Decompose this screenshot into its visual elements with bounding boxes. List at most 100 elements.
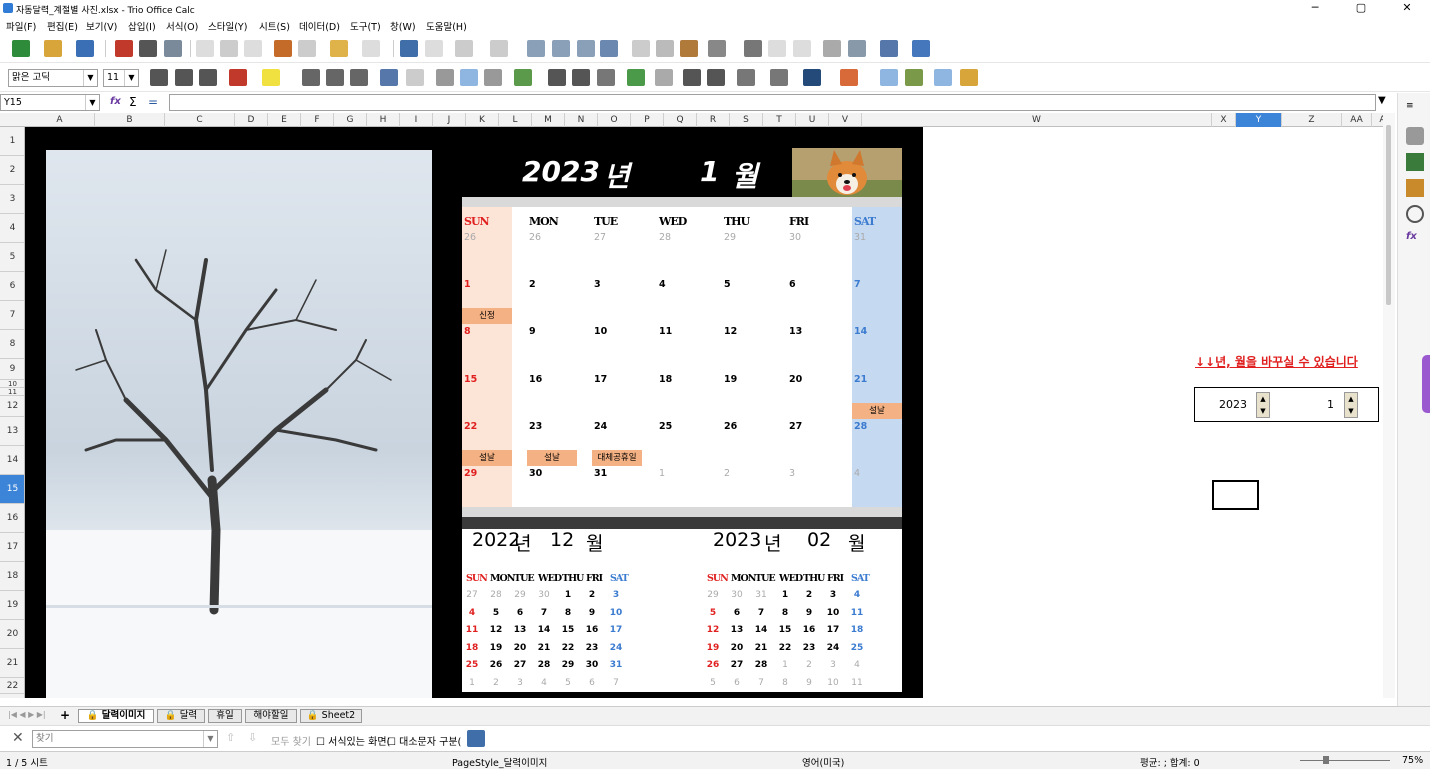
- hyperlink-icon[interactable]: [744, 40, 762, 57]
- styles-icon[interactable]: [1406, 153, 1424, 171]
- align-top-icon[interactable]: [436, 69, 454, 86]
- row-height-icon[interactable]: [934, 69, 952, 86]
- find-previous-icon[interactable]: ⇧: [226, 731, 235, 744]
- month-spinner[interactable]: ▲ ▼: [1344, 392, 1358, 418]
- align-left-icon[interactable]: [302, 69, 320, 86]
- expand-formula-icon[interactable]: ▼: [1378, 95, 1386, 106]
- define-print-area-icon[interactable]: [823, 40, 841, 57]
- column-header-E[interactable]: E: [268, 113, 301, 127]
- menu-insert[interactable]: 삽입(I): [128, 19, 156, 33]
- font-color-icon[interactable]: [229, 69, 247, 86]
- menu-styles[interactable]: 스타일(Y): [208, 19, 247, 33]
- formatted-display-checkbox[interactable]: ☐ 서식있는 화면(: [316, 733, 390, 748]
- column-header-K[interactable]: K: [466, 113, 499, 127]
- column-header-P[interactable]: P: [631, 113, 664, 127]
- formula-input[interactable]: [169, 94, 1376, 111]
- scroll-thumb[interactable]: [1386, 125, 1391, 305]
- row-header-1[interactable]: 1: [0, 127, 24, 156]
- row-header-16[interactable]: 16: [0, 504, 24, 533]
- column-header-Q[interactable]: Q: [664, 113, 697, 127]
- column-header-D[interactable]: D: [235, 113, 268, 127]
- column-header-M[interactable]: M: [532, 113, 565, 127]
- sum-icon[interactable]: Σ: [129, 95, 137, 109]
- row-header-12[interactable]: 12: [0, 396, 24, 417]
- italic-icon[interactable]: [175, 69, 193, 86]
- maximize-button[interactable]: ▢: [1338, 0, 1384, 17]
- close-findbar-icon[interactable]: ✕: [12, 730, 24, 746]
- column-header-AA[interactable]: AA: [1342, 113, 1372, 127]
- find-next-icon[interactable]: ⇩: [248, 731, 257, 744]
- paste-icon[interactable]: [244, 40, 262, 57]
- font-name-combo[interactable]: 맑은 고딕 ▼: [8, 69, 98, 87]
- header-footer-icon[interactable]: [793, 40, 811, 57]
- find-all-button[interactable]: 모두 찾기: [271, 733, 311, 748]
- column-header-Z[interactable]: Z: [1282, 113, 1342, 127]
- cut-icon[interactable]: [196, 40, 214, 57]
- find-replace-icon[interactable]: [400, 40, 418, 57]
- tab-sheet2[interactable]: 🔒 Sheet2: [300, 709, 362, 723]
- row-header-8[interactable]: 8: [0, 330, 24, 359]
- currency-format-icon[interactable]: [514, 69, 532, 86]
- find-replace-icon[interactable]: [467, 730, 485, 747]
- merge-cells-icon[interactable]: [406, 69, 424, 86]
- percent-format-icon[interactable]: [548, 69, 566, 86]
- row-header-14[interactable]: 14: [0, 446, 24, 475]
- match-case-checkbox[interactable]: ☐ 대소문자 구분(: [387, 733, 461, 748]
- zoom-level[interactable]: 75%: [1402, 755, 1423, 766]
- row-header-22[interactable]: 22: [0, 678, 24, 694]
- menu-window[interactable]: 창(W): [390, 19, 416, 33]
- spin-up-icon[interactable]: ▲: [1345, 393, 1357, 405]
- undo-icon[interactable]: [330, 40, 348, 57]
- tab-todo[interactable]: 해야할일: [245, 709, 297, 723]
- tab-calendar[interactable]: 🔒 달력: [157, 709, 205, 723]
- clear-format-icon[interactable]: [298, 40, 316, 57]
- active-cell-cursor[interactable]: [1212, 480, 1259, 510]
- year-spinner[interactable]: ▲ ▼: [1256, 392, 1270, 418]
- border-color-icon[interactable]: [803, 69, 821, 86]
- border-style-icon[interactable]: [770, 69, 788, 86]
- menu-edit[interactable]: 편집(E): [47, 19, 78, 33]
- sort-descending-icon[interactable]: [577, 40, 595, 57]
- row-header-4[interactable]: 4: [0, 214, 24, 243]
- borders-icon[interactable]: [737, 69, 755, 86]
- delete-decimal-icon[interactable]: [655, 69, 673, 86]
- menu-data[interactable]: 데이터(D): [299, 19, 340, 33]
- sheet-grid[interactable]: 2023 년 1 월 SUN MON TUE WED THU FRI SAT 26 26 27 28…: [25, 127, 1383, 698]
- print-preview-icon[interactable]: [164, 40, 182, 57]
- add-decimal-icon[interactable]: [627, 69, 645, 86]
- conditional-format-icon[interactable]: [840, 69, 858, 86]
- column-header-U[interactable]: U: [796, 113, 829, 127]
- sort-ascending-icon[interactable]: [552, 40, 570, 57]
- row-header-6[interactable]: 6: [0, 272, 24, 301]
- align-right-icon[interactable]: [350, 69, 368, 86]
- autofilter-icon[interactable]: [600, 40, 618, 57]
- decrease-indent-icon[interactable]: [707, 69, 725, 86]
- copy-icon[interactable]: [220, 40, 238, 57]
- clone-format-icon[interactable]: [274, 40, 292, 57]
- menu-sheet[interactable]: 시트(S): [259, 19, 290, 33]
- row-header-21[interactable]: 21: [0, 649, 24, 678]
- properties-icon[interactable]: [1406, 127, 1424, 145]
- chart-icon[interactable]: [656, 40, 674, 57]
- tab-calendar-image[interactable]: 🔒 달력이미지: [78, 709, 154, 723]
- align-bottom-icon[interactable]: [484, 69, 502, 86]
- spin-down-icon[interactable]: ▼: [1257, 405, 1269, 417]
- gallery-icon[interactable]: [1406, 179, 1424, 197]
- freeze-rows-icon[interactable]: [848, 40, 866, 57]
- zoom-slider[interactable]: [1300, 760, 1390, 761]
- spin-up-icon[interactable]: ▲: [1257, 393, 1269, 405]
- underline-icon[interactable]: [199, 69, 217, 86]
- add-sheet-icon[interactable]: +: [60, 708, 70, 722]
- column-header-W[interactable]: W: [862, 113, 1212, 127]
- column-header-V[interactable]: V: [829, 113, 862, 127]
- number-format-icon[interactable]: [572, 69, 590, 86]
- function-wizard-icon[interactable]: fx: [110, 96, 121, 107]
- column-header-S[interactable]: S: [730, 113, 763, 127]
- column-header-G[interactable]: G: [334, 113, 367, 127]
- name-box[interactable]: Y15 ▼: [0, 94, 100, 111]
- print-icon[interactable]: [139, 40, 157, 57]
- column-header-A[interactable]: A: [25, 113, 95, 127]
- draw-icon[interactable]: [880, 69, 898, 86]
- menu-format[interactable]: 서식(O): [166, 19, 198, 33]
- row-header-13[interactable]: 13: [0, 417, 24, 446]
